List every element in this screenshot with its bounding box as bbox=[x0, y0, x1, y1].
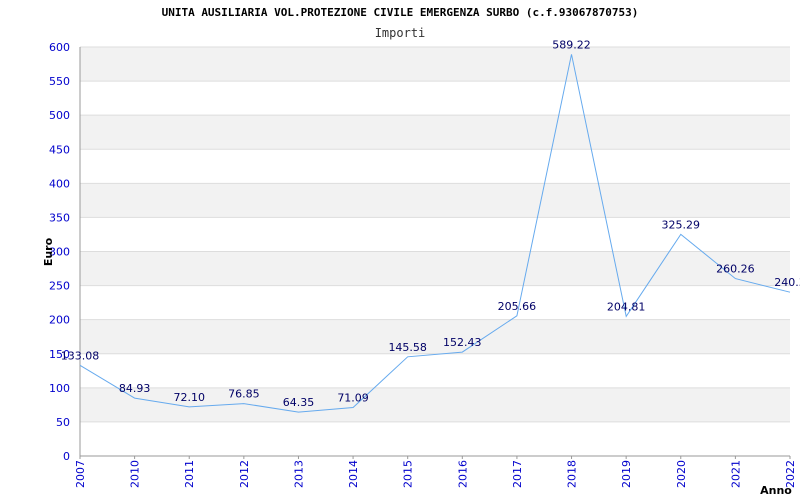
x-tick-labels: 2007 2010 2011 2012 2013 2014 2015 2016 2017 2018… bbox=[74, 456, 797, 488]
data-label: 260.26 bbox=[716, 263, 755, 276]
data-label: 145.58 bbox=[388, 341, 427, 354]
data-label: 72.10 bbox=[173, 391, 205, 404]
data-label: 589.22 bbox=[552, 38, 591, 51]
data-label: 204.81 bbox=[607, 300, 646, 313]
y-axis-label: Euro bbox=[42, 237, 55, 266]
x-tick-label: 2013 bbox=[292, 460, 305, 488]
data-label: 205.66 bbox=[498, 300, 537, 313]
grid-band bbox=[80, 183, 790, 218]
x-tick-label: 2015 bbox=[402, 460, 415, 488]
x-tick-label: 2014 bbox=[347, 460, 360, 488]
x-tick-label: 2020 bbox=[675, 460, 688, 488]
y-tick-label: 400 bbox=[49, 177, 70, 190]
grid-band bbox=[80, 115, 790, 150]
x-tick-label: 2010 bbox=[129, 460, 142, 488]
y-tick-label: 600 bbox=[49, 41, 70, 54]
y-tick-label: 0 bbox=[63, 450, 70, 463]
data-label: 133.08 bbox=[61, 349, 100, 362]
x-tick-label: 2007 bbox=[74, 460, 87, 488]
data-label: 152.43 bbox=[443, 336, 482, 349]
x-tick-label: 2011 bbox=[183, 460, 196, 488]
data-label: 71.09 bbox=[337, 392, 369, 405]
x-axis-label: Anno bbox=[760, 484, 792, 497]
y-tick-label: 500 bbox=[49, 109, 70, 122]
x-tick-label: 2019 bbox=[620, 460, 633, 488]
plot-background-bands bbox=[80, 47, 790, 422]
y-tick-label: 550 bbox=[49, 75, 70, 88]
y-tick-label: 100 bbox=[49, 382, 70, 395]
line-chart: 050100150200250300350400450500550600 200… bbox=[42, 6, 800, 497]
data-label: 76.85 bbox=[228, 388, 260, 401]
grid-band bbox=[80, 251, 790, 286]
y-tick-label: 450 bbox=[49, 143, 70, 156]
chart-subtitle: Importi bbox=[375, 26, 426, 40]
grid-band bbox=[80, 319, 790, 354]
x-tick-label: 2018 bbox=[566, 460, 579, 488]
x-tick-label: 2021 bbox=[729, 460, 742, 488]
x-tick-label: 2016 bbox=[456, 460, 469, 488]
y-tick-label: 350 bbox=[49, 211, 70, 224]
x-tick-label: 2012 bbox=[238, 460, 251, 488]
data-label: 240.3 bbox=[774, 276, 800, 289]
y-tick-label: 200 bbox=[49, 314, 70, 327]
chart-title: UNITA AUSILIARIA VOL.PROTEZIONE CIVILE E… bbox=[162, 6, 639, 19]
y-tick-label: 50 bbox=[56, 416, 70, 429]
data-label: 84.93 bbox=[119, 382, 151, 395]
grid-band bbox=[80, 47, 790, 82]
x-tick-label: 2017 bbox=[511, 460, 524, 488]
data-label: 325.29 bbox=[662, 218, 701, 231]
series-line bbox=[79, 54, 791, 413]
y-tick-label: 250 bbox=[49, 280, 70, 293]
data-label: 64.35 bbox=[283, 396, 315, 409]
